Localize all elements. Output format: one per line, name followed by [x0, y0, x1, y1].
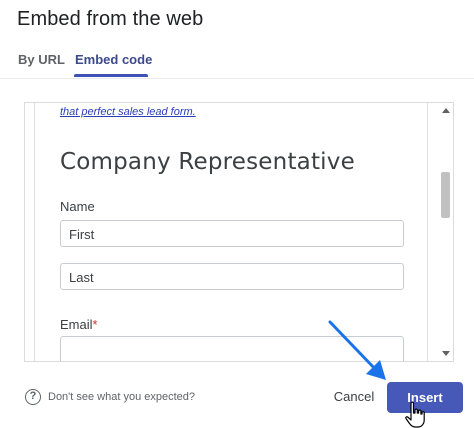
- tab-embed-code[interactable]: Embed code: [75, 52, 152, 67]
- email-label-text: Email: [60, 317, 93, 332]
- hand-cursor-icon: [405, 401, 425, 428]
- preview-scrollbar[interactable]: [438, 103, 453, 361]
- header-divider: [0, 78, 474, 79]
- tab-by-url[interactable]: By URL: [18, 52, 65, 67]
- content-right-border: [427, 103, 428, 361]
- help-circle-icon[interactable]: ?: [25, 389, 41, 405]
- help-link-text[interactable]: Don't see what you expected?: [48, 391, 195, 403]
- dialog-title: Embed from the web: [17, 8, 204, 30]
- form-section-title: Company Representative: [60, 149, 355, 175]
- scroll-down-icon[interactable]: [442, 351, 450, 356]
- lead-form-link[interactable]: that perfect sales lead form.: [60, 106, 196, 118]
- email-label: Email*: [60, 317, 98, 332]
- scroll-up-icon[interactable]: [442, 108, 450, 113]
- embed-dialog: Embed from the web By URL Embed code tha…: [0, 0, 474, 428]
- cancel-button[interactable]: Cancel: [326, 382, 382, 412]
- scrollbar-thumb[interactable]: [441, 172, 450, 218]
- active-tab-indicator: [74, 74, 148, 77]
- last-name-input[interactable]: Last: [60, 263, 404, 290]
- tab-bar: By URL Embed code: [0, 46, 474, 78]
- content-left-border: [34, 103, 35, 361]
- name-label: Name: [60, 199, 95, 214]
- required-asterisk: *: [92, 317, 98, 332]
- annotation-arrow-icon: [328, 320, 386, 380]
- first-name-input[interactable]: First: [60, 220, 404, 247]
